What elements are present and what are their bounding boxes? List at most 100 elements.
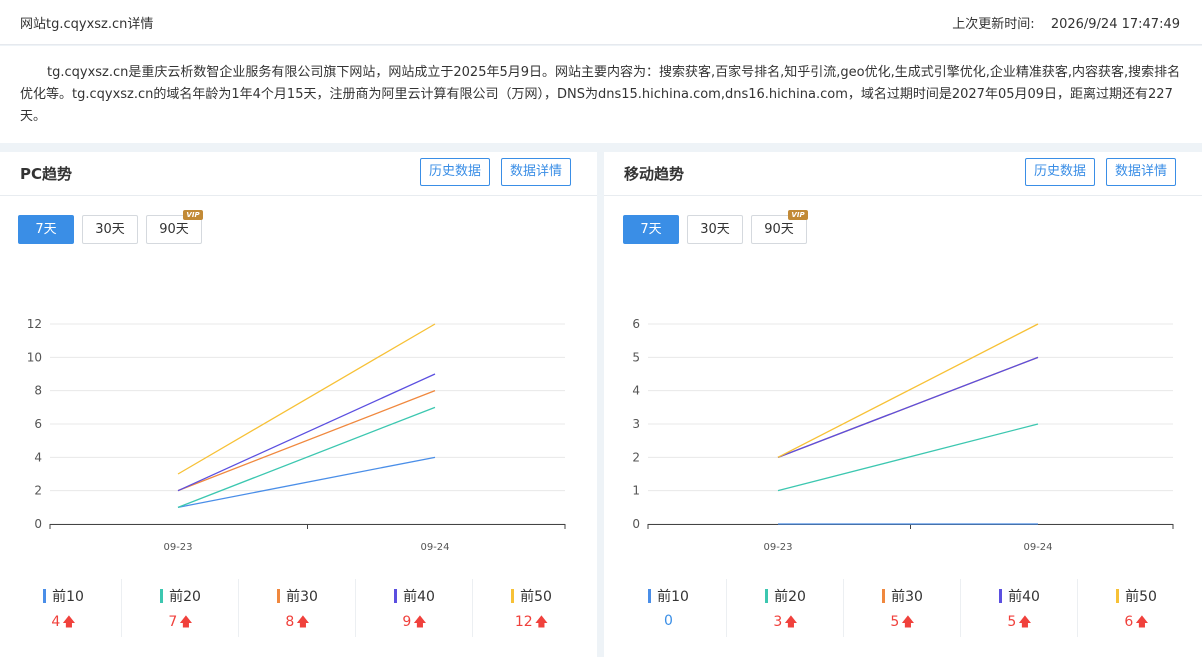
site-title: 网站tg.cqyxsz.cn详情 [20,17,154,32]
legend-item: 前50 12 🡅 [473,577,590,639]
legend-color-marker [1116,589,1120,603]
legend-name: 前40 [356,586,473,606]
mobile-trend-panel: 移动趋势 历史数据 数据详情 7天 30天 90天 VIP 0 1 2 3 4 5 6 09-… [604,152,1202,657]
panel-header: PC趋势 历史数据 数据详情 [0,152,597,196]
legend-item: 前30 5 🡅 [844,577,961,639]
history-data-button[interactable]: 历史数据 [1025,158,1096,186]
legend-value: 5 🡅 [844,613,961,635]
pc-trend-chart: 0 2 4 6 8 10 12 09-23 09-24 [27,317,566,553]
arrow-up-icon: 🡅 [413,615,427,630]
legend-count: 9 [402,614,412,630]
legend-count: 0 [664,613,673,629]
series-line [777,356,1039,458]
last-updated-label: 上次更新时间: [952,17,1035,32]
y-tick-label: 3 [632,417,640,431]
pc-trend-panel: PC趋势 历史数据 数据详情 7天 30天 90天 VIP 0 2 4 6 8 10 12 0… [0,152,597,657]
legend-value: 4 🡅 [5,613,122,635]
legend-label: 前20 [169,589,201,605]
legend-color-marker [160,589,164,603]
y-tick-label: 8 [34,384,42,398]
legend-color-marker [511,589,515,603]
tab-label: 90天 [764,222,794,237]
legend-count: 4 [51,614,61,630]
legend-color-marker [43,589,47,603]
arrow-up-icon: 🡅 [784,615,798,630]
legend-label: 前10 [52,589,84,605]
site-description: tg.cqyxsz.cn是重庆云析数智企业服务有限公司旗下网站，网站成立于202… [0,46,1202,143]
tab-30-days[interactable]: 30天 [687,215,743,244]
tab-7-days[interactable]: 7天 [18,215,74,244]
legend-value: 9 🡅 [356,613,473,635]
series-line [177,390,436,492]
series-line [177,323,436,475]
y-tick-label: 0 [632,517,640,531]
tab-30-days[interactable]: 30天 [82,215,138,244]
legend-count: 3 [773,614,783,630]
legend-name: 前40 [961,586,1078,606]
mobile-trend-chart: 0 1 2 3 4 5 6 09-23 09-24 [632,317,1174,553]
legend-color-marker [394,589,398,603]
legend-count: 5 [890,614,900,630]
legend-color-marker [277,589,281,603]
panel-title: 移动趋势 [624,165,685,183]
legend-value: 8 🡅 [239,613,356,635]
page-header: 网站tg.cqyxsz.cn详情 上次更新时间: 2026/9/24 17:47… [0,0,1202,45]
legend-item: 前20 3 🡅 [727,577,844,639]
y-tick-label: 2 [632,450,640,464]
y-tick-label: 12 [27,317,42,331]
tab-label: 90天 [159,222,189,237]
y-tick-label: 2 [34,484,42,498]
legend-color-marker [999,589,1003,603]
series-line [177,456,436,508]
arrow-up-icon: 🡅 [179,615,193,630]
legend-name: 前30 [844,586,961,606]
y-tick-label: 4 [632,384,640,398]
last-updated: 上次更新时间: 2026/9/24 17:47:49 [952,13,1180,32]
panel-header: 移动趋势 历史数据 数据详情 [604,152,1202,196]
y-tick-label: 4 [34,450,42,464]
legend-item: 前10 4 🡅 [5,577,122,639]
legend-count: 8 [285,614,295,630]
legend-label: 前50 [520,589,552,605]
y-tick-label: 10 [27,350,42,364]
x-tick-label: 09-23 [163,542,192,553]
legend-label: 前10 [657,589,689,605]
arrow-up-icon: 🡅 [296,615,310,630]
x-tick-label: 09-24 [420,542,449,553]
legend-count: 5 [1007,614,1017,630]
arrow-up-icon: 🡅 [901,615,915,630]
series-line [177,373,436,492]
legend-name: 前50 [473,586,590,606]
legend-value: 3 🡅 [727,613,844,635]
legend-name: 前30 [239,586,356,606]
legend-item: 前20 7 🡅 [122,577,239,639]
legend-item: 前10 0 [610,577,727,639]
legend-count: 6 [1124,614,1134,630]
legend-item: 前40 9 🡅 [356,577,473,639]
history-data-button[interactable]: 历史数据 [420,158,491,186]
tab-90-days[interactable]: 90天 VIP [751,210,808,244]
legend-label: 前30 [286,589,318,605]
legend-color-marker [648,589,652,603]
data-detail-button[interactable]: 数据详情 [1106,158,1177,186]
vip-badge: VIP [183,210,203,220]
y-tick-label: 5 [632,350,640,364]
legend-label: 前40 [403,589,435,605]
legend-value: 5 🡅 [961,613,1078,635]
data-detail-button[interactable]: 数据详情 [501,158,572,186]
legend-label: 前30 [891,589,923,605]
legend-name: 前10 [610,586,727,606]
legend-name: 前20 [727,586,844,606]
x-tick-label: 09-23 [763,542,792,553]
pc-legend: 前10 4 🡅 前20 7 🡅 前30 8 🡅 前40 9 🡅 前50 12 🡅 [5,577,590,647]
arrow-up-icon: 🡅 [1018,615,1032,630]
legend-item: 前50 6 🡅 [1078,577,1195,639]
legend-name: 前10 [5,586,122,606]
legend-value: 12 🡅 [473,613,590,635]
legend-label: 前40 [1008,589,1040,605]
legend-label: 前50 [1125,589,1157,605]
legend-value: 7 🡅 [122,613,239,635]
tab-7-days[interactable]: 7天 [623,215,679,244]
tab-90-days[interactable]: 90天 VIP [146,210,203,244]
legend-color-marker [765,589,769,603]
